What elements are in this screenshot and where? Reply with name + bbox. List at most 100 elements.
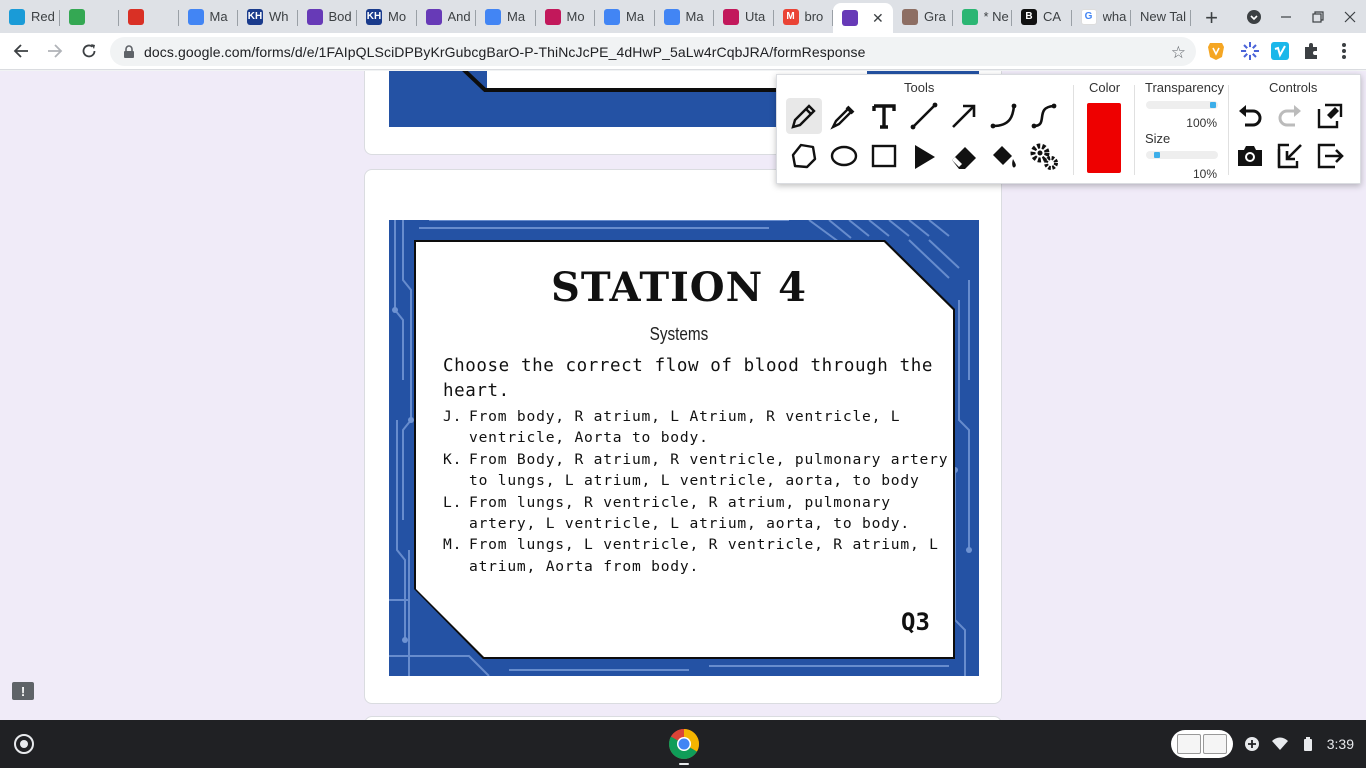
browser-tab[interactable]: Bod: [298, 2, 358, 32]
clear-icon[interactable]: [1312, 98, 1348, 134]
battery-icon[interactable]: [1299, 735, 1317, 753]
tab-favicon-icon: [902, 8, 918, 25]
tab-close-icon[interactable]: ✕: [872, 10, 884, 27]
browser-tab[interactable]: Red: [0, 2, 60, 32]
station-title: STATION 4: [551, 264, 807, 311]
tab-favicon-icon: [961, 8, 978, 25]
transparency-slider-knob[interactable]: [1210, 102, 1216, 108]
pointer-icon[interactable]: [906, 138, 942, 174]
color-heading: Color: [1089, 80, 1121, 95]
tab-strip: Red Ma KH Wh Bod KH Mo And Ma Mo Ma Ma Uta Mbro ✕ Gra * …: [0, 0, 1366, 33]
tab-favicon-icon: [128, 8, 144, 25]
redo-icon[interactable]: [1272, 98, 1308, 134]
forward-button[interactable]: [38, 34, 72, 68]
holding-space-thumbnails[interactable]: [1170, 730, 1233, 758]
tab-search-icon[interactable]: [1238, 0, 1270, 33]
browser-tab[interactable]: Ma: [655, 2, 715, 32]
reload-button[interactable]: [72, 34, 106, 68]
curve-icon[interactable]: [986, 98, 1022, 134]
back-button[interactable]: [4, 34, 38, 68]
settings-icon[interactable]: [1026, 138, 1062, 174]
browser-tab[interactable]: B CA: [1012, 2, 1072, 32]
close-window-button[interactable]: [1334, 0, 1366, 33]
browser-tab[interactable]: [60, 2, 120, 32]
highlighter-icon[interactable]: [826, 98, 862, 134]
pen-icon[interactable]: [786, 98, 822, 134]
annotation-tools-panel: Tools Color Transparency Controls 100% S…: [776, 74, 1361, 184]
color-swatch[interactable]: [1087, 103, 1121, 173]
tab-favicon-icon: [663, 8, 680, 25]
rectangle-icon[interactable]: [866, 138, 902, 174]
chrome-menu-icon[interactable]: [1330, 37, 1358, 65]
tab-title: * Ne: [983, 9, 1009, 24]
transparency-slider[interactable]: [1146, 101, 1218, 109]
size-slider[interactable]: [1146, 151, 1218, 159]
browser-tab[interactable]: And: [417, 2, 477, 32]
camera-icon[interactable]: [1232, 138, 1268, 174]
browser-tab[interactable]: Uta: [714, 2, 774, 32]
browser-tab[interactable]: Gwha: [1072, 2, 1132, 32]
browser-tab[interactable]: ✕: [833, 3, 893, 33]
browser-tab[interactable]: Mo: [536, 2, 596, 32]
feedback-icon[interactable]: !: [12, 682, 34, 700]
window-controls: [1238, 0, 1366, 33]
lock-icon: [124, 44, 134, 58]
tab-title: Wh: [269, 9, 289, 24]
option-l: L. From lungs, R ventricle, R atrium, pu…: [443, 492, 963, 535]
polygon-icon[interactable]: [786, 138, 822, 174]
size-heading: Size: [1145, 131, 1171, 146]
browser-tab[interactable]: KH Wh: [238, 2, 298, 32]
tab-title: New Tal: [1140, 9, 1187, 24]
chromeos-shelf: 3:39: [0, 720, 1366, 768]
bookmark-star-icon[interactable]: ☆: [1171, 43, 1186, 63]
arrow-icon[interactable]: [946, 98, 982, 134]
controls-heading: Controls: [1269, 80, 1318, 95]
eraser-icon[interactable]: [946, 138, 982, 174]
line-icon[interactable]: [906, 98, 942, 134]
brave-extension-icon[interactable]: [1202, 37, 1230, 65]
browser-tab[interactable]: KH Mo: [357, 2, 417, 32]
export-icon[interactable]: [1272, 138, 1308, 174]
tab-title: Bod: [328, 9, 352, 24]
station-subtitle: Systems: [649, 324, 709, 344]
extensions-puzzle-icon[interactable]: [1297, 37, 1325, 65]
transparency-value: 100%: [1186, 116, 1217, 130]
ellipse-icon[interactable]: [826, 138, 862, 174]
browser-tab[interactable]: Gra: [893, 2, 953, 32]
browser-toolbar: docs.google.com/forms/d/e/1FAIpQLSciDPBy…: [0, 33, 1366, 70]
clock[interactable]: 3:39: [1327, 736, 1354, 752]
size-value: 10%: [1192, 167, 1217, 181]
launcher-icon[interactable]: [14, 734, 34, 754]
browser-tab[interactable]: Mbro: [774, 2, 834, 32]
minimize-button[interactable]: [1270, 0, 1302, 33]
tab-title: Ma: [626, 9, 645, 24]
tabs-list: Red Ma KH Wh Bod KH Mo And Ma Mo Ma Ma Uta Mbro ✕ Gra * …: [0, 0, 1191, 33]
text-icon[interactable]: [866, 98, 902, 134]
browser-tab[interactable]: Ma: [179, 2, 239, 32]
wifi-icon[interactable]: [1271, 735, 1289, 753]
size-slider-knob[interactable]: [1154, 152, 1161, 158]
vimeo-extension-icon[interactable]: [1266, 37, 1294, 65]
browser-tab[interactable]: Ma: [595, 2, 655, 32]
tab-title: And: [447, 9, 471, 24]
browser-tab[interactable]: New Tal: [1131, 2, 1191, 32]
undo-icon[interactable]: [1232, 98, 1268, 134]
tab-title: Red: [31, 9, 55, 24]
tab-favicon-icon: [723, 8, 739, 25]
tab-favicon-icon: [842, 10, 858, 26]
fill-bucket-icon[interactable]: [986, 138, 1022, 174]
option-j: J. From body, R atrium, L Atrium, R vent…: [443, 406, 963, 449]
browser-tab[interactable]: * Ne: [953, 2, 1013, 32]
address-bar[interactable]: docs.google.com/forms/d/e/1FAIpQLSciDPBy…: [110, 37, 1196, 66]
add-icon[interactable]: [1243, 735, 1261, 753]
new-tab-button[interactable]: +: [1195, 3, 1229, 33]
chrome-app-icon[interactable]: [668, 728, 700, 760]
browser-tab[interactable]: [119, 2, 179, 32]
exit-icon[interactable]: [1312, 138, 1348, 174]
sparkle-extension-icon[interactable]: [1236, 37, 1264, 65]
browser-tab[interactable]: Ma: [476, 2, 536, 32]
tab-favicon-icon: [68, 8, 85, 25]
restore-button[interactable]: [1302, 0, 1334, 33]
freeform-curve-icon[interactable]: [1026, 98, 1062, 134]
tab-title: bro: [804, 9, 824, 24]
